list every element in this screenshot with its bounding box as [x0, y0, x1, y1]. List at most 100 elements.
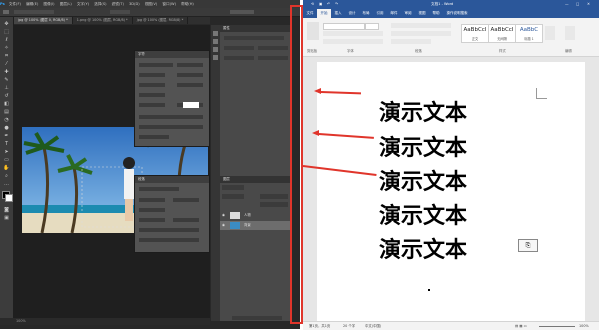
alignment-buttons[interactable]: [391, 31, 451, 36]
ps-menu-item[interactable]: 帮助(H): [181, 2, 194, 6]
brush-tool-icon[interactable]: ✎: [3, 77, 10, 83]
layer-action-buttons[interactable]: [232, 316, 282, 320]
lasso-tool-icon[interactable]: ℓ: [3, 37, 10, 43]
blur-tool-icon[interactable]: ◔: [3, 117, 10, 123]
list-buttons[interactable]: [391, 23, 451, 28]
font-family-select[interactable]: [139, 63, 173, 67]
path-select-icon[interactable]: ➤: [3, 149, 10, 155]
zoom-readout[interactable]: 100%: [16, 319, 26, 323]
visibility-eye-icon[interactable]: ◉: [222, 221, 225, 230]
text-style-buttons[interactable]: [139, 115, 203, 119]
layer-filter-select[interactable]: [222, 185, 244, 190]
ps-menu-item[interactable]: 图层(L): [60, 2, 72, 6]
ps-menu-item[interactable]: 编辑(E): [26, 2, 38, 6]
font-style-select[interactable]: [177, 63, 203, 67]
style-select[interactable]: [110, 10, 130, 14]
screen-mode-icon[interactable]: ▣: [3, 215, 10, 221]
document-text-line[interactable]: 演示文本: [379, 136, 467, 162]
vertical-scale-field[interactable]: [139, 103, 165, 107]
opentype-buttons[interactable]: [139, 125, 203, 129]
ps-menu-item[interactable]: 选择(S): [94, 2, 106, 6]
space-before-field[interactable]: [139, 218, 165, 222]
minimize-icon[interactable]: —: [565, 0, 569, 9]
fill-field[interactable]: [260, 202, 288, 207]
y-field[interactable]: [258, 56, 288, 60]
tab-mailings[interactable]: 邮件: [387, 9, 401, 18]
swatches-panel-icon[interactable]: [213, 55, 218, 60]
doc-tab[interactable]: 1.png @ 100% (图层, RGB/8) *: [73, 17, 133, 24]
pen-tool-icon[interactable]: ✒: [3, 133, 10, 139]
kerning-field[interactable]: [139, 83, 165, 87]
text-color-swatch[interactable]: [183, 102, 199, 108]
document-text-line[interactable]: 演示文本: [379, 204, 467, 230]
tab-view[interactable]: 视图: [415, 9, 429, 18]
undo-icon[interactable]: ↶: [327, 0, 330, 9]
crop-tool-icon[interactable]: ⌗: [3, 53, 10, 59]
tab-review[interactable]: 审阅: [401, 9, 415, 18]
save-icon[interactable]: ▣: [319, 0, 322, 9]
history-brush-icon[interactable]: ↺: [3, 93, 10, 99]
ps-menu-item[interactable]: 视图(V): [145, 2, 157, 6]
ps-menu-item[interactable]: 3D(D): [129, 2, 140, 6]
hand-tool-icon[interactable]: ✋: [3, 165, 10, 171]
eraser-tool-icon[interactable]: ◧: [3, 101, 10, 107]
composition-select[interactable]: [139, 228, 199, 232]
width-field[interactable]: [224, 46, 254, 50]
indent-right-field[interactable]: [173, 198, 199, 202]
marquee-tool-icon[interactable]: [3, 10, 9, 14]
alignment-buttons[interactable]: [139, 187, 179, 191]
ps-menu-item[interactable]: 图像(I): [44, 2, 55, 6]
style-normal[interactable]: AaBbCcI 正文: [461, 24, 489, 43]
document-text-line[interactable]: 演示文本: [379, 101, 467, 127]
shading-buttons[interactable]: [391, 39, 431, 44]
scaling-field[interactable]: [139, 93, 165, 97]
properties-panel-icon[interactable]: [213, 39, 218, 44]
tell-me-search[interactable]: 操作说明搜索: [443, 9, 471, 18]
properties-panel-tab[interactable]: 属性: [220, 25, 292, 32]
doc-tab[interactable]: jpg @ 100% (图层, RGB/8) *: [133, 17, 189, 24]
gradient-tool-icon[interactable]: ▤: [3, 109, 10, 115]
healing-brush-icon[interactable]: ✚: [3, 69, 10, 75]
background-color-swatch[interactable]: [5, 194, 13, 202]
tab-help[interactable]: 帮助: [429, 9, 443, 18]
language-select[interactable]: [139, 135, 169, 139]
space-after-field[interactable]: [173, 218, 199, 222]
magic-wand-icon[interactable]: ✧: [3, 45, 10, 51]
font-size-field[interactable]: [139, 73, 165, 77]
styles-more-icon[interactable]: [545, 26, 555, 40]
edit-toolbar-icon[interactable]: …: [3, 181, 10, 187]
font-format-buttons[interactable]: [323, 31, 383, 36]
type-tool-icon[interactable]: T: [3, 141, 10, 147]
first-line-indent-field[interactable]: [139, 208, 165, 212]
close-icon[interactable]: ✕: [587, 0, 590, 9]
doc-tab[interactable]: jpg @ 100% (图层 0, RGB/8) *: [14, 17, 73, 24]
font-size-select[interactable]: [365, 23, 379, 30]
paste-options-icon[interactable]: ⎘: [518, 239, 538, 252]
blend-mode-select[interactable]: [222, 194, 244, 199]
x-field[interactable]: [224, 56, 254, 60]
document-text-line[interactable]: 演示文本: [379, 170, 467, 196]
dodge-tool-icon[interactable]: ●: [3, 125, 10, 131]
font-effect-buttons[interactable]: [323, 39, 383, 44]
visibility-eye-icon[interactable]: ◉: [222, 211, 225, 220]
tab-layout[interactable]: 布局: [359, 9, 373, 18]
ps-menu-item[interactable]: 滤镜(T): [112, 2, 124, 6]
height-field[interactable]: [258, 46, 288, 50]
indent-left-field[interactable]: [139, 198, 165, 202]
quick-mask-icon[interactable]: ◙: [3, 207, 10, 213]
ps-options-bar[interactable]: [0, 8, 300, 17]
tab-home[interactable]: 开始: [317, 9, 331, 18]
font-family-select[interactable]: [323, 23, 365, 30]
shape-tool-icon[interactable]: ▭: [3, 157, 10, 163]
leading-field[interactable]: [177, 73, 203, 77]
zoom-slider[interactable]: [539, 325, 575, 327]
selection-mode-buttons[interactable]: [14, 10, 54, 14]
marquee-tool-icon[interactable]: ⬚: [3, 29, 10, 35]
ps-menu-item[interactable]: 窗口(W): [162, 2, 176, 6]
autosave-icon[interactable]: ⟲: [311, 0, 314, 9]
history-panel-icon[interactable]: [213, 31, 218, 36]
tab-references[interactable]: 引用: [373, 9, 387, 18]
paste-button[interactable]: [307, 22, 319, 40]
tab-file[interactable]: 文件: [303, 9, 317, 18]
tab-design[interactable]: 设计: [345, 9, 359, 18]
